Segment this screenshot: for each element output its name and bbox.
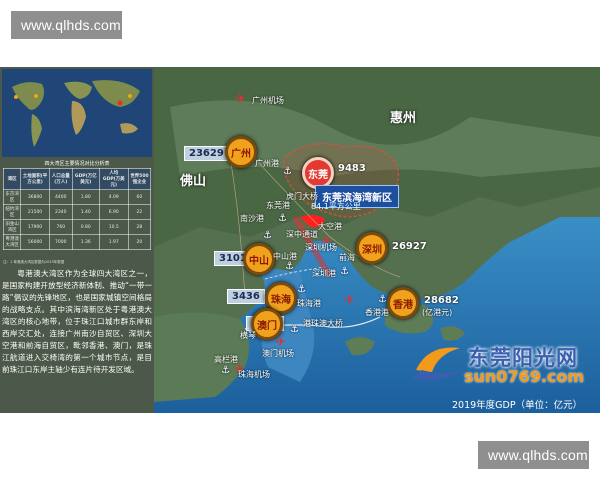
hzm-bridge-label: 港珠澳大桥 (303, 319, 343, 328)
sun-logo-icon (412, 347, 464, 381)
table-cell: 4.09 (98, 189, 129, 205)
guangzhou-port-icon: ⚓ (283, 166, 292, 177)
table-header: 湾区 (2, 168, 22, 190)
gaolan-port-icon: ⚓ (221, 365, 230, 376)
table-title: 四大湾区主要情况对比分析表 (44, 161, 110, 167)
dakong-label: 大空港 (318, 222, 342, 231)
gdp-caption: 2019年度GDP（单位：亿元） (452, 400, 583, 411)
table-cell: 17900 (20, 219, 50, 235)
table-cell: 1.80 (71, 189, 100, 205)
table-header: 人均GDP(万美元) (98, 168, 129, 190)
watermark-top: www.qlhds.com (11, 11, 122, 39)
nansha-port-icon: ⚓ (263, 230, 272, 241)
watermark-bottom: www.qlhds.com (478, 441, 589, 469)
table-cell: 10.5 (98, 219, 129, 235)
bay-area-map: 惠州 佛山 ✈ 广州机场 23629 广州 广州港 ⚓ 东莞 9483 东莞滨海… (0, 67, 600, 413)
nansha-port-label: 南沙港 (240, 214, 264, 223)
world-map-inset (2, 69, 152, 157)
table-header: GDP(万亿美元) (71, 168, 100, 190)
badge-guangzhou: 广州 (225, 136, 257, 168)
gdp-zhuhai: 3436 (227, 289, 265, 304)
bay-area-description: 粤港澳大湾区作为全球四大湾区之一，是国家构建开放型经济新体制、推动“一带一路”倡… (2, 269, 152, 374)
qianhai-label: 前海 (339, 253, 355, 262)
macau-airport-label: 澳门机场 (262, 349, 294, 358)
table-cell: 旧金山湾区 (2, 219, 22, 235)
table-row: 旧金山湾区 17900 760 0.80 10.5 28 (2, 219, 152, 235)
shenzhen-port-icon: ⚓ (340, 266, 349, 277)
gdp-guangzhou: 23629 (184, 146, 229, 161)
brand-url: sun0769.com (464, 367, 585, 386)
table-row: 粤港澳大湾区 56000 7000 1.36 1.97 20 (2, 234, 152, 250)
shenzhen-airport-label: 深圳机场 (305, 243, 337, 252)
guangzhou-port-label: 广州港 (255, 159, 279, 168)
table-cell: 0.80 (71, 219, 100, 235)
table-cell: 56000 (20, 234, 50, 250)
hengqin-label: 横琴 (240, 331, 256, 340)
dongguan-port-label: 东莞港 (266, 201, 290, 210)
table-cell: 2340 (48, 204, 73, 220)
table-cell: 60 (127, 189, 152, 205)
table-cell: 1.40 (71, 204, 100, 220)
world-map-graphic (2, 69, 152, 157)
table-cell: 纽约湾区 (2, 204, 22, 220)
table-cell: 4400 (48, 189, 73, 205)
table-cell: 20 (127, 234, 152, 250)
table-cell: 22 (127, 204, 152, 220)
guangzhou-airport-icon: ✈ (235, 92, 246, 107)
humen-bridge-label: 虎门大桥 (286, 192, 318, 201)
table-header: 世界500强企业 (127, 168, 152, 190)
table-cell: 6.90 (98, 204, 129, 220)
hongkong-port-label: 香港港 (365, 308, 389, 317)
region-huizhou: 惠州 (390, 111, 417, 126)
zhuhai-port-label: 珠海港 (297, 299, 321, 308)
table-row: 东京湾区 36800 4400 1.80 4.09 60 (2, 189, 152, 205)
badge-zhongshan: 中山 (243, 243, 275, 275)
gdp-hongkong-unit: (亿港元) (422, 308, 453, 317)
zhongshan-port-icon: ⚓ (285, 261, 294, 272)
table-cell: 7000 (48, 234, 73, 250)
zhuhai-port-icon: ⚓ (297, 284, 306, 295)
hongkong-airport-icon: ✈ (344, 293, 355, 308)
table-header: 人口总量(万人) (48, 168, 73, 190)
bay-area-comparison-table: 湾区 土地面积(平方公里) 人口总量(万人) GDP(万亿美元) 人均GDP(万… (2, 168, 152, 250)
shenzhen-port-label: 深圳港 (312, 269, 336, 278)
dongguan-port-icon: ⚓ (278, 213, 287, 224)
guangzhou-airport-label: 广州机场 (252, 96, 284, 105)
brand-logo: 东莞阳光网 sun0769.com (408, 340, 588, 390)
gdp-hongkong: 28682 (424, 295, 459, 306)
shenzhong-label: 深中通道 (286, 230, 318, 239)
gdp-dongguan: 9483 (338, 163, 366, 174)
left-info-panel: 四大湾区主要情况对比分析表 湾区 土地面积(平方公里) 人口总量(万人) GDP… (0, 67, 154, 413)
table-cell: 21500 (20, 204, 50, 220)
table-cell: 粤港澳大湾区 (2, 234, 22, 250)
binhai-bay-area: 84.1平方公里 (311, 202, 361, 211)
table-row: 纽约湾区 21500 2340 1.40 6.90 22 (2, 204, 152, 220)
badge-hongkong: 香港 (387, 287, 419, 319)
macau-port-icon: ⚓ (290, 324, 299, 335)
table-cell: 760 (48, 219, 73, 235)
zhuhai-airport-label: 珠海机场 (238, 370, 270, 379)
region-foshan: 佛山 (180, 174, 207, 189)
table-cell: 1.97 (98, 234, 129, 250)
hongkong-port-icon: ⚓ (378, 294, 387, 305)
table-cell: 东京湾区 (2, 189, 22, 205)
gdp-shenzhen: 26927 (392, 241, 427, 252)
table-header-row: 湾区 土地面积(平方公里) 人口总量(万人) GDP(万亿美元) 人均GDP(万… (2, 168, 152, 190)
table-cell: 28 (127, 219, 152, 235)
table-cell: 36800 (20, 189, 50, 205)
table-body: 东京湾区 36800 4400 1.80 4.09 60 纽约湾区 21500 2340 1.40… (2, 189, 152, 250)
table-note: 注：1 粤港澳大湾区数据为2019年数据 (3, 260, 65, 264)
table-cell: 1.36 (71, 234, 100, 250)
table-header: 土地面积(平方公里) (20, 168, 50, 190)
badge-shenzhen: 深圳 (356, 232, 388, 264)
